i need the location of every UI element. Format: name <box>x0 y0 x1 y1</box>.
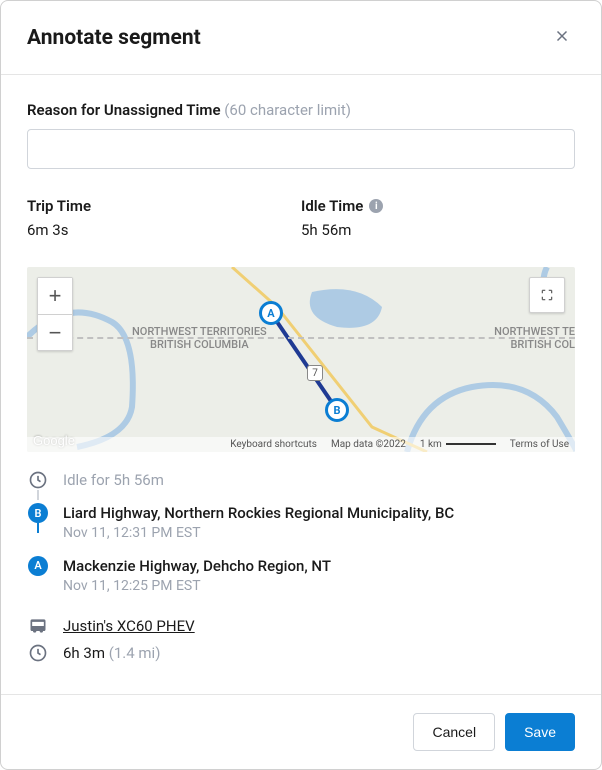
timeline-vehicle-row: Justin's XC60 PHEV <box>27 614 575 641</box>
modal-header: Annotate segment <box>1 1 601 75</box>
save-button[interactable]: Save <box>505 713 575 751</box>
idle-time-stat: Idle Time i 5h 56m <box>301 197 575 239</box>
trip-duration: 6h 3m (1.4 mi) <box>63 643 160 664</box>
idle-time-label-text: Idle Time <box>301 197 363 215</box>
annotate-segment-modal: Annotate segment Reason for Unassigned T… <box>0 0 602 770</box>
modal-title: Annotate segment <box>27 26 201 50</box>
zoom-out-button[interactable]: − <box>38 314 72 350</box>
idle-time-label: Idle Time i <box>301 197 575 215</box>
reason-limit-text: (60 character limit) <box>224 101 351 119</box>
minus-icon: − <box>49 320 62 346</box>
idle-time-value: 5h 56m <box>301 221 575 239</box>
timeline-idle-text: Idle for 5h 56m <box>63 470 164 491</box>
clock-icon <box>28 643 48 663</box>
stats-row: Trip Time 6m 3s Idle Time i 5h 56m <box>27 197 575 239</box>
map-scale: 1 km <box>420 439 496 450</box>
map-marker-b[interactable]: B <box>325 398 349 422</box>
map-attribution: Keyboard shortcuts Map data ©2022 1 km T… <box>27 437 575 452</box>
stop-a-time: Nov 11, 12:25 PM EST <box>63 577 331 597</box>
modal-body: Reason for Unassigned Time (60 character… <box>1 75 601 694</box>
route-shield: 7 <box>307 365 323 381</box>
map-marker-a[interactable]: A <box>259 301 283 325</box>
clock-icon <box>28 470 48 490</box>
marker-b-badge: B <box>28 503 48 523</box>
trip-timeline: Idle for 5h 56m B Liard Highway, Norther… <box>27 468 575 664</box>
map-container[interactable]: NORTHWEST TERRITORIESBRITISH COLUMBIA NO… <box>27 267 575 452</box>
timeline-idle-row: Idle for 5h 56m <box>27 468 575 501</box>
cancel-button[interactable]: Cancel <box>413 713 495 751</box>
trip-time-label: Trip Time <box>27 197 301 215</box>
reason-input[interactable] <box>27 129 575 169</box>
marker-a-badge: A <box>28 556 48 576</box>
stop-b-location: Liard Highway, Northern Rockies Regional… <box>63 503 454 524</box>
map-region-label-1: NORTHWEST TERRITORIESBRITISH COLUMBIA <box>132 325 267 351</box>
close-icon <box>553 27 571 45</box>
timeline-stop-a: A Mackenzie Highway, Dehcho Region, NT N… <box>27 554 575 607</box>
trip-distance-value: (1.4 mi) <box>109 644 161 662</box>
trip-time-value: 6m 3s <box>27 221 301 239</box>
map-keyboard-shortcuts[interactable]: Keyboard shortcuts <box>230 439 317 450</box>
map-data-copyright: Map data ©2022 <box>331 439 406 450</box>
fullscreen-button[interactable] <box>529 277 565 313</box>
trip-time-stat: Trip Time 6m 3s <box>27 197 301 239</box>
vehicle-link[interactable]: Justin's XC60 PHEV <box>63 617 195 635</box>
timeline-stop-b: B Liard Highway, Northern Rockies Region… <box>27 501 575 554</box>
map-region-label-2: NORTHWEST TEBRITISH COL <box>494 325 575 351</box>
stop-a-location: Mackenzie Highway, Dehcho Region, NT <box>63 556 331 577</box>
plus-icon: + <box>49 283 62 309</box>
map-boundary-line <box>27 337 575 339</box>
map-zoom-control: + − <box>37 277 73 351</box>
map-terms[interactable]: Terms of Use <box>510 439 569 450</box>
modal-footer: Cancel Save <box>1 694 601 769</box>
reason-label: Reason for Unassigned Time (60 character… <box>27 101 575 119</box>
info-icon[interactable]: i <box>369 199 383 213</box>
reason-label-text: Reason for Unassigned Time <box>27 101 221 119</box>
bus-icon <box>28 616 48 636</box>
map-bg <box>27 267 575 452</box>
timeline-duration-row: 6h 3m (1.4 mi) <box>27 641 575 664</box>
trip-duration-value: 6h 3m <box>63 644 105 662</box>
zoom-in-button[interactable]: + <box>38 278 72 314</box>
close-button[interactable] <box>549 23 575 52</box>
stop-b-time: Nov 11, 12:31 PM EST <box>63 524 454 544</box>
fullscreen-icon <box>540 288 554 302</box>
